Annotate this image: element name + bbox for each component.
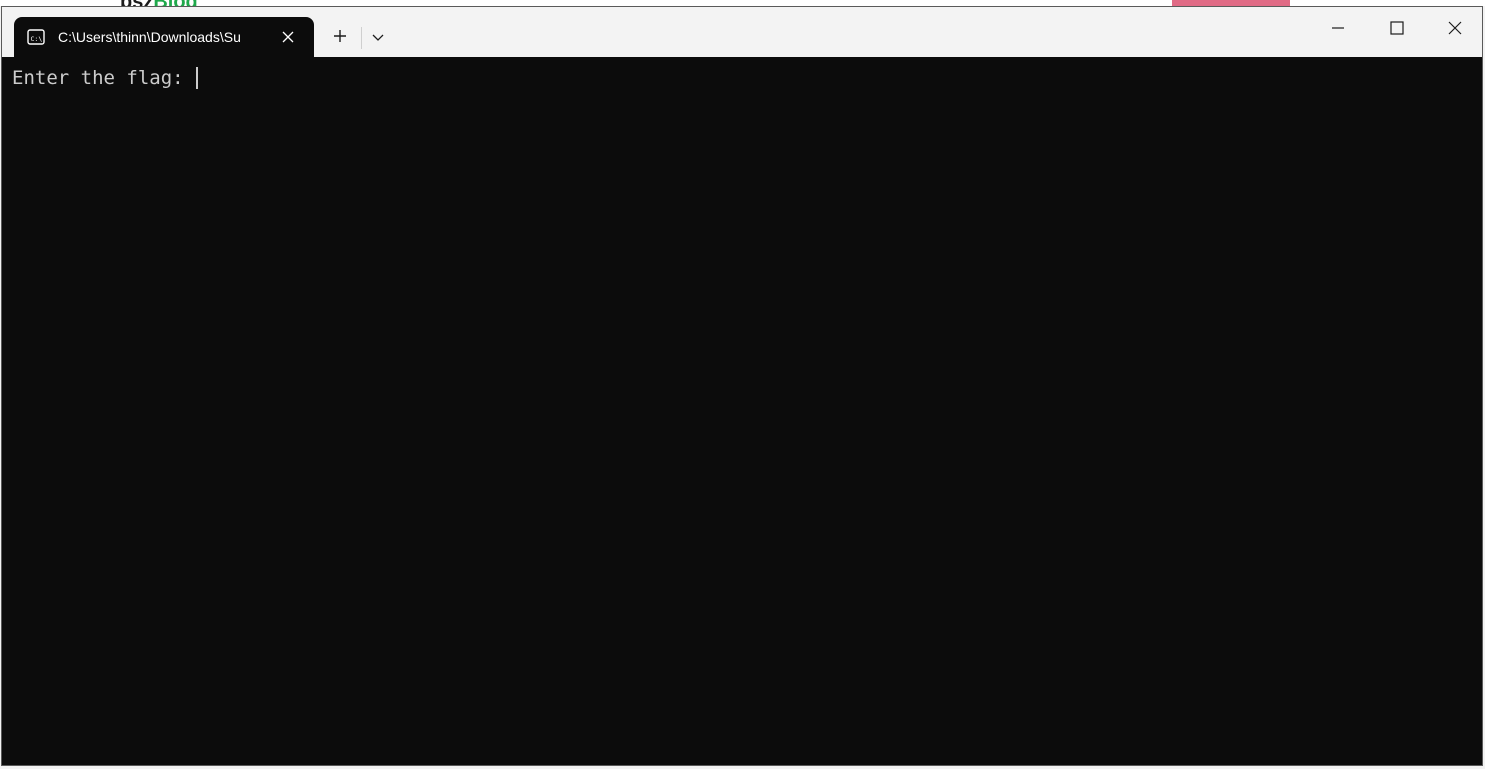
plus-icon	[333, 29, 347, 48]
minimize-button[interactable]	[1309, 7, 1367, 53]
maximize-button[interactable]	[1368, 7, 1426, 53]
prompt-line: Enter the flag:	[12, 67, 1472, 89]
terminal-output[interactable]: Enter the flag:	[2, 57, 1482, 765]
maximize-icon	[1390, 20, 1404, 40]
tab-title: C:\Users\thinn\Downloads\Su	[58, 29, 241, 45]
console-icon: C:\	[26, 27, 46, 47]
close-tab-icon[interactable]	[278, 27, 298, 47]
minimize-icon	[1331, 21, 1345, 40]
titlebar-divider	[361, 27, 362, 49]
terminal-window: C:\ C:\Users\thinn\Downloads\Su Enter th…	[1, 6, 1483, 766]
svg-text:C:\: C:\	[31, 35, 43, 43]
text-cursor	[196, 67, 199, 89]
close-icon	[1448, 21, 1462, 40]
chevron-down-icon	[372, 29, 384, 47]
tab-active[interactable]: C:\ C:\Users\thinn\Downloads\Su	[14, 17, 314, 57]
title-bar[interactable]: C:\ C:\Users\thinn\Downloads\Su	[2, 7, 1482, 57]
tab-dropdown-button[interactable]	[364, 24, 392, 52]
prompt-text: Enter the flag:	[12, 67, 196, 89]
close-window-button[interactable]	[1426, 7, 1482, 53]
new-tab-button[interactable]	[322, 24, 358, 52]
